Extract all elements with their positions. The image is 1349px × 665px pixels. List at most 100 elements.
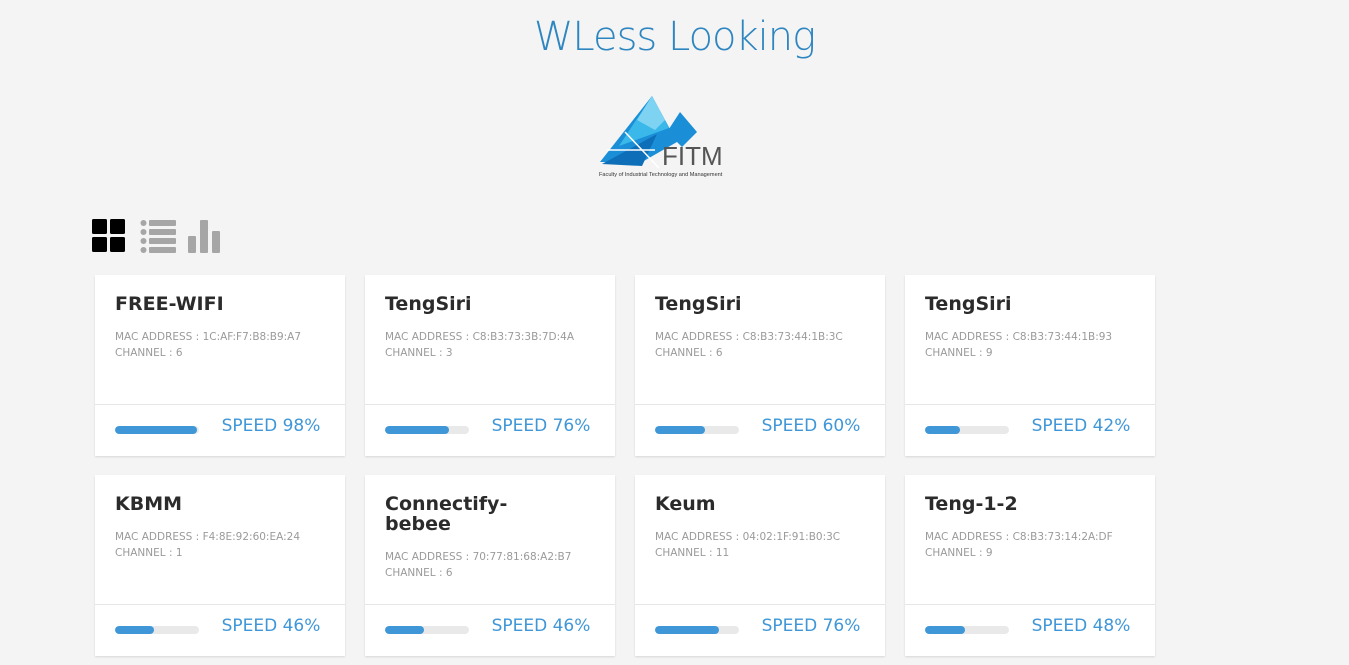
card-divider [905,404,1155,405]
speed-bar-fill [385,426,449,434]
mac-address-label: MAC ADDRESS : [925,331,1013,343]
card-divider [365,404,615,405]
network-meta: MAC ADDRESS : 04:02:1F:91:B0:3C CHANNEL :… [655,529,840,561]
mac-address-text: MAC ADDRESS : 70:77:81:68:A2:B7 [385,549,571,565]
network-meta: MAC ADDRESS : 70:77:81:68:A2:B7 CHANNEL :… [385,549,571,581]
speed-value: 46 [282,616,305,636]
chart-view-icon[interactable] [188,219,222,253]
speed-bar [385,426,469,434]
speed-bar [115,426,199,434]
network-ssid: Teng-1-2 [925,493,1018,515]
speed-bar-fill [655,426,706,434]
speed-bar-fill [115,626,154,634]
channel-value: 6 [175,347,183,359]
speed-label: SPEED [491,616,553,636]
speed-percent-sign: % [304,616,321,636]
channel-text: CHANNEL : 1 [115,545,300,561]
speed-percent-sign: % [844,616,861,636]
channel-text: CHANNEL : 6 [385,565,571,581]
network-card[interactable]: TengSiri MAC ADDRESS : C8:B3:73:44:1B:93 C… [905,275,1155,456]
speed-value: 48 [1092,616,1115,636]
speed-bar [925,426,1009,434]
speed-label: SPEED [1031,616,1093,636]
mac-address-text: MAC ADDRESS : C8:B3:73:3B:7D:4A [385,329,574,345]
channel-text: CHANNEL : 9 [925,345,1112,361]
network-meta: MAC ADDRESS : C8:B3:73:44:1B:93 CHANNEL :… [925,329,1112,361]
mac-address-text: MAC ADDRESS : C8:B3:73:14:2A:DF [925,529,1113,545]
speed-bar [925,626,1009,634]
mac-address-text: MAC ADDRESS : F4:8E:92:60:EA:24 [115,529,300,545]
speed-text: SPEED 76% [751,616,871,636]
list-view-icon[interactable] [140,219,176,253]
channel-label: CHANNEL : [115,347,176,359]
speed-text: SPEED 46% [211,616,331,636]
mac-address-value: F4:8E:92:60:EA:24 [202,531,301,543]
network-card[interactable]: Keum MAC ADDRESS : 04:02:1F:91:B0:3C CHANN… [635,475,885,656]
channel-label: CHANNEL : [385,567,446,579]
grid-view-icon[interactable] [92,219,126,253]
network-meta: MAC ADDRESS : C8:B3:73:3B:7D:4A CHANNEL :… [385,329,574,361]
network-card[interactable]: KBMM MAC ADDRESS : F4:8E:92:60:EA:24 CHANN… [95,475,345,656]
network-meta: MAC ADDRESS : C8:B3:73:44:1B:3C CHANNEL :… [655,329,843,361]
channel-text: CHANNEL : 6 [115,345,301,361]
network-card[interactable]: FREE-WIFI MAC ADDRESS : 1C:AF:F7:B8:B9:A7… [95,275,345,456]
mac-address-value: 1C:AF:F7:B8:B9:A7 [202,331,302,343]
network-ssid: TengSiri [385,293,472,315]
channel-value: 6 [445,567,453,579]
network-grid: FREE-WIFI MAC ADDRESS : 1C:AF:F7:B8:B9:A7… [95,275,1155,656]
channel-value: 11 [715,547,730,559]
mac-address-value: C8:B3:73:14:2A:DF [1012,531,1113,543]
speed-text: SPEED 98% [211,416,331,436]
network-meta: MAC ADDRESS : C8:B3:73:14:2A:DF CHANNEL :… [925,529,1113,561]
speed-bar [655,626,739,634]
card-divider [635,604,885,605]
network-card[interactable]: TengSiri MAC ADDRESS : C8:B3:73:44:1B:3C C… [635,275,885,456]
mac-address-label: MAC ADDRESS : [115,531,203,543]
network-ssid: FREE-WIFI [115,293,224,315]
channel-label: CHANNEL : [385,347,446,359]
network-meta: MAC ADDRESS : F4:8E:92:60:EA:24 CHANNEL :… [115,529,300,561]
channel-label: CHANNEL : [115,547,176,559]
network-ssid: KBMM [115,493,183,515]
channel-label: CHANNEL : [655,547,716,559]
channel-value: 9 [985,547,993,559]
speed-bar-fill [925,626,966,634]
channel-text: CHANNEL : 9 [925,545,1113,561]
speed-bar [655,426,739,434]
mac-address-value: C8:B3:73:44:1B:3C [742,331,843,343]
mac-address-value: 04:02:1F:91:B0:3C [742,531,841,543]
speed-percent-sign: % [574,616,591,636]
speed-value: 76 [552,416,575,436]
network-card[interactable]: TengSiri MAC ADDRESS : C8:B3:73:3B:7D:4A C… [365,275,615,456]
network-card[interactable]: Connectify-bebee MAC ADDRESS : 70:77:81:6… [365,475,615,656]
network-card[interactable]: Teng-1-2 MAC ADDRESS : C8:B3:73:14:2A:DF C… [905,475,1155,656]
channel-text: CHANNEL : 6 [655,345,843,361]
speed-text: SPEED 60% [751,416,871,436]
mac-address-label: MAC ADDRESS : [655,331,743,343]
speed-label: SPEED [491,416,553,436]
speed-label: SPEED [761,416,823,436]
speed-bar-fill [385,626,424,634]
speed-value: 42 [1092,416,1115,436]
card-divider [365,604,615,605]
logo-subtitle-text: Faculty of Industrial Technology and Man… [599,172,723,178]
mac-address-text: MAC ADDRESS : C8:B3:73:44:1B:3C [655,329,843,345]
mac-address-value: C8:B3:73:44:1B:93 [1012,331,1113,343]
speed-bar-fill [115,426,198,434]
card-divider [95,604,345,605]
mac-address-text: MAC ADDRESS : C8:B3:73:44:1B:93 [925,329,1112,345]
speed-percent-sign: % [1114,416,1131,436]
channel-value: 3 [445,347,453,359]
mac-address-label: MAC ADDRESS : [655,531,743,543]
speed-text: SPEED 42% [1021,416,1141,436]
mac-address-label: MAC ADDRESS : [385,551,473,563]
speed-bar [385,626,469,634]
network-meta: MAC ADDRESS : 1C:AF:F7:B8:B9:A7 CHANNEL :… [115,329,301,361]
card-divider [905,604,1155,605]
card-divider [635,404,885,405]
network-ssid: TengSiri [925,293,1012,315]
mac-address-text: MAC ADDRESS : 1C:AF:F7:B8:B9:A7 [115,329,301,345]
speed-label: SPEED [221,616,283,636]
speed-percent-sign: % [304,416,321,436]
channel-value: 6 [715,347,723,359]
